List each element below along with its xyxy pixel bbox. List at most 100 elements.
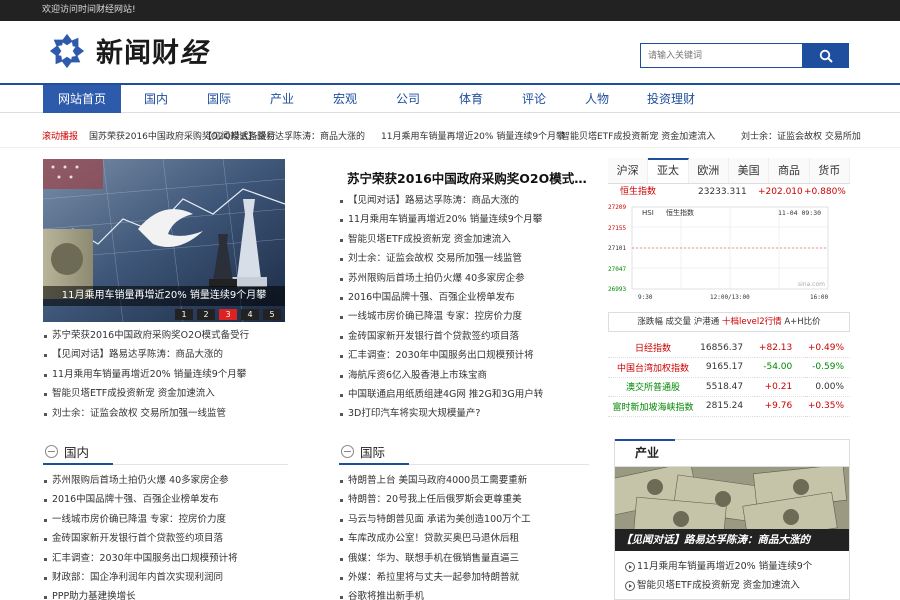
list-item[interactable]: 汇丰调查：2030年中国服务出口规模预计将 bbox=[43, 549, 288, 568]
table-row[interactable]: 澳交所普通股 5518.47 +0.21 0.00% bbox=[608, 377, 850, 397]
list-item[interactable]: 智能贝塔ETF成投资新宠 资金加速流入 bbox=[339, 230, 589, 249]
nav-item-sports[interactable]: 体育 bbox=[446, 85, 496, 113]
image-slider[interactable]: 11月乘用车销量再增近20% 销量连续9个月攀 1 2 3 4 5 bbox=[43, 159, 285, 322]
slider-dot[interactable]: 2 bbox=[197, 309, 215, 320]
industry-news-list: 11月乘用车销量再增近20% 销量连续9个 智能贝塔ETF成投资新宠 资金加速流… bbox=[615, 551, 849, 595]
list-item[interactable]: 中国联通启用纸质组建4G网 推2G和3G用户转 bbox=[339, 385, 589, 404]
list-item[interactable]: 财政部：国企净利润年内首次实现利润同 bbox=[43, 568, 288, 587]
slider-dot[interactable]: 1 bbox=[175, 309, 193, 320]
ticker-item[interactable]: 11月乘用车销量再增近20% 销量连续9个月攀 bbox=[381, 126, 565, 147]
nav-item-domestic[interactable]: 国内 bbox=[131, 85, 181, 113]
list-item[interactable]: 【见闻对话】路易达孚陈涛：商品大涨的 bbox=[43, 345, 288, 364]
top-bar: 欢迎访问时间财经网站! bbox=[0, 0, 900, 21]
search-bar bbox=[640, 43, 849, 68]
list-item[interactable]: 马云与特朗普见面 承诺为美创造100万个工 bbox=[339, 510, 589, 529]
list-item[interactable]: 谷歌将推出新手机 bbox=[339, 587, 589, 600]
search-input[interactable] bbox=[640, 43, 802, 68]
list-item[interactable]: 金砖国家新开发银行首个贷款签约项目落 bbox=[43, 529, 288, 548]
y-tick: 27209 bbox=[608, 204, 626, 211]
ticker-item[interactable]: 智能贝塔ETF成投资新宠 资金加速流入 bbox=[561, 126, 715, 147]
market-widget: 沪深 亚太 欧洲 美国 商品 货币 恒生指数 23233.311 +202.01… bbox=[608, 158, 850, 417]
headline-title[interactable]: 苏宁荣获2016中国政府采购奖O2O模式… bbox=[347, 168, 587, 187]
chart-watermark: sina.com bbox=[798, 281, 825, 288]
table-row[interactable]: 中国台湾加权指数 9165.17 -54.00 -0.59% bbox=[608, 357, 850, 378]
link-change-pct[interactable]: 涨跌幅 bbox=[637, 317, 663, 327]
list-item[interactable]: 苏州限购后首场土拍仍火爆 40多家房企参 bbox=[339, 269, 589, 288]
main-nav: 网站首页 国内 国际 产业 宏观 公司 体育 评论 人物 投资理财 bbox=[0, 85, 900, 113]
link-ah-ratio[interactable]: A+H比价 bbox=[784, 317, 820, 327]
link-connect[interactable]: 沪港通 bbox=[694, 317, 720, 327]
list-item[interactable]: 智能贝塔ETF成投资新宠 资金加速流入 bbox=[43, 384, 288, 403]
list-item[interactable]: 汇丰调查：2030年中国服务出口规模预计将 bbox=[339, 346, 589, 365]
list-item[interactable]: 11月乘用车销量再增近20% 销量连续9个月攀 bbox=[43, 365, 288, 384]
list-item[interactable]: PPP助力基建换增长 bbox=[43, 587, 288, 600]
list-item[interactable]: 一线城市房价确已降温 专家：控房价力度 bbox=[339, 307, 589, 326]
list-item[interactable]: 智能贝塔ETF成投资新宠 资金加速流入 bbox=[615, 576, 849, 595]
index-table: 日经指数 16856.37 +82.13 +0.49% 中国台湾加权指数 916… bbox=[608, 338, 850, 417]
ticker-item[interactable]: 刘士余：证监会故权 交易所加 bbox=[741, 126, 861, 147]
nav-item-international[interactable]: 国际 bbox=[194, 85, 244, 113]
slider-dot[interactable]: 4 bbox=[241, 309, 259, 320]
hsi-value: 23233.311 bbox=[698, 187, 747, 197]
section-title[interactable]: 产业 bbox=[615, 439, 849, 467]
list-item[interactable]: 一线城市房价确已降温 专家：控房价力度 bbox=[43, 510, 288, 529]
list-item[interactable]: 3D打印汽车将实现大规模量产? bbox=[339, 404, 589, 423]
chart-title: 恒生指数 bbox=[666, 208, 694, 217]
list-item[interactable]: 车库改成办公室！贷款买奥巴马退休后租 bbox=[339, 529, 589, 548]
industry-caption[interactable]: 【见闻对话】路易达孚陈涛：商品大涨的 bbox=[615, 529, 849, 551]
nav-item-investment[interactable]: 投资理财 bbox=[640, 85, 702, 113]
slider-dot[interactable]: 5 bbox=[263, 309, 281, 320]
nav-item-home[interactable]: 网站首页 bbox=[43, 85, 121, 113]
list-item[interactable]: 金砖国家新开发银行首个贷款签约项目落 bbox=[339, 327, 589, 346]
section-title[interactable]: 国内 bbox=[64, 442, 89, 461]
nav-item-macro[interactable]: 宏观 bbox=[320, 85, 370, 113]
list-item[interactable]: 苏州限购后首场土拍仍火爆 40多家房企参 bbox=[43, 471, 288, 490]
domestic-news-list: 苏州限购后首场土拍仍火爆 40多家房企参 2016中国品牌十强、百强企业榜单发布… bbox=[43, 471, 288, 600]
table-row[interactable]: 日经指数 16856.37 +82.13 +0.49% bbox=[608, 338, 850, 358]
tab-currency[interactable]: 货币 bbox=[809, 158, 850, 183]
list-item[interactable]: 刘士余：证监会故权 交易所加强一线监管 bbox=[43, 404, 288, 423]
list-item[interactable]: 2016中国品牌十强、百强企业榜单发布 bbox=[43, 490, 288, 509]
logo-icon bbox=[49, 33, 85, 68]
site-logo[interactable]: 新闻财经 bbox=[48, 31, 208, 70]
section-title[interactable]: 国际 bbox=[360, 442, 385, 461]
nav-item-industry[interactable]: 产业 bbox=[257, 85, 307, 113]
slider-caption[interactable]: 11月乘用车销量再增近20% 销量连续9个月攀 bbox=[43, 286, 285, 306]
industry-image[interactable] bbox=[615, 467, 849, 529]
tab-europe[interactable]: 欧洲 bbox=[688, 158, 729, 183]
list-item[interactable]: 11月乘用车销量再增近20% 销量连续9个 bbox=[615, 557, 849, 576]
list-item[interactable]: 海航斥资6亿入股香港上市珠宝商 bbox=[339, 366, 589, 385]
list-item[interactable]: 2016中国品牌十强、百强企业榜单发布 bbox=[339, 288, 589, 307]
x-tick: 16:00 bbox=[810, 294, 828, 301]
list-item[interactable]: 【见闻对话】路易达孚陈涛：商品大涨的 bbox=[339, 191, 589, 210]
tab-asia-pacific[interactable]: 亚太 bbox=[648, 158, 689, 183]
tab-commodities[interactable]: 商品 bbox=[769, 158, 810, 183]
x-tick: 9:30 bbox=[638, 294, 653, 301]
link-volume[interactable]: 成交量 bbox=[666, 317, 692, 327]
section-header-international: 国际 bbox=[339, 439, 589, 465]
ticker-item[interactable]: 【见闻对话】路易达孚陈涛：商品大涨的 bbox=[203, 126, 365, 147]
hsi-quote[interactable]: 恒生指数 23233.311 +202.010 +0.880% bbox=[608, 184, 850, 200]
tab-usa[interactable]: 美国 bbox=[728, 158, 770, 183]
list-item[interactable]: 特朗普：20号我上任后俄罗斯会更尊重美 bbox=[339, 490, 589, 509]
nav-item-commentary[interactable]: 评论 bbox=[509, 85, 559, 113]
search-button[interactable] bbox=[802, 43, 849, 68]
list-item[interactable]: 11月乘用车销量再增近20% 销量连续9个月攀 bbox=[339, 210, 589, 229]
market-tabs: 沪深 亚太 欧洲 美国 商品 货币 bbox=[608, 158, 850, 184]
list-item[interactable]: 苏宁荣获2016中国政府采购奖O2O模式备受行 bbox=[43, 326, 288, 345]
globe-icon bbox=[341, 445, 354, 458]
list-item[interactable]: 俄媒：华为、联想手机在俄销售量直逼三 bbox=[339, 549, 589, 568]
list-item[interactable]: 外媒：希拉里将与丈夫一起参加特朗普就 bbox=[339, 568, 589, 587]
hsi-chart[interactable]: HSI 恒生指数 11-04 09:30 27209 27155 27101 2… bbox=[608, 200, 850, 302]
chart-date: 11-04 09:30 bbox=[778, 209, 821, 217]
nav-item-people[interactable]: 人物 bbox=[572, 85, 622, 113]
y-tick: 26993 bbox=[608, 286, 626, 293]
list-item[interactable]: 刘士余：证监会故权 交易所加强一线监管 bbox=[339, 249, 589, 268]
tab-shenzhen-shanghai[interactable]: 沪深 bbox=[608, 158, 649, 183]
international-news-list: 特朗普上台 美国马政府4000员工需要重新 特朗普：20号我上任后俄罗斯会更尊重… bbox=[339, 471, 589, 600]
slider-dot-active[interactable]: 3 bbox=[219, 309, 237, 320]
link-level2[interactable]: 十档level2行情 bbox=[722, 317, 782, 327]
nav-item-company[interactable]: 公司 bbox=[383, 85, 433, 113]
list-item[interactable]: 特朗普上台 美国马政府4000员工需要重新 bbox=[339, 471, 589, 490]
table-row[interactable]: 富时新加坡海峡指数 2815.24 +9.76 +0.35% bbox=[608, 396, 850, 417]
